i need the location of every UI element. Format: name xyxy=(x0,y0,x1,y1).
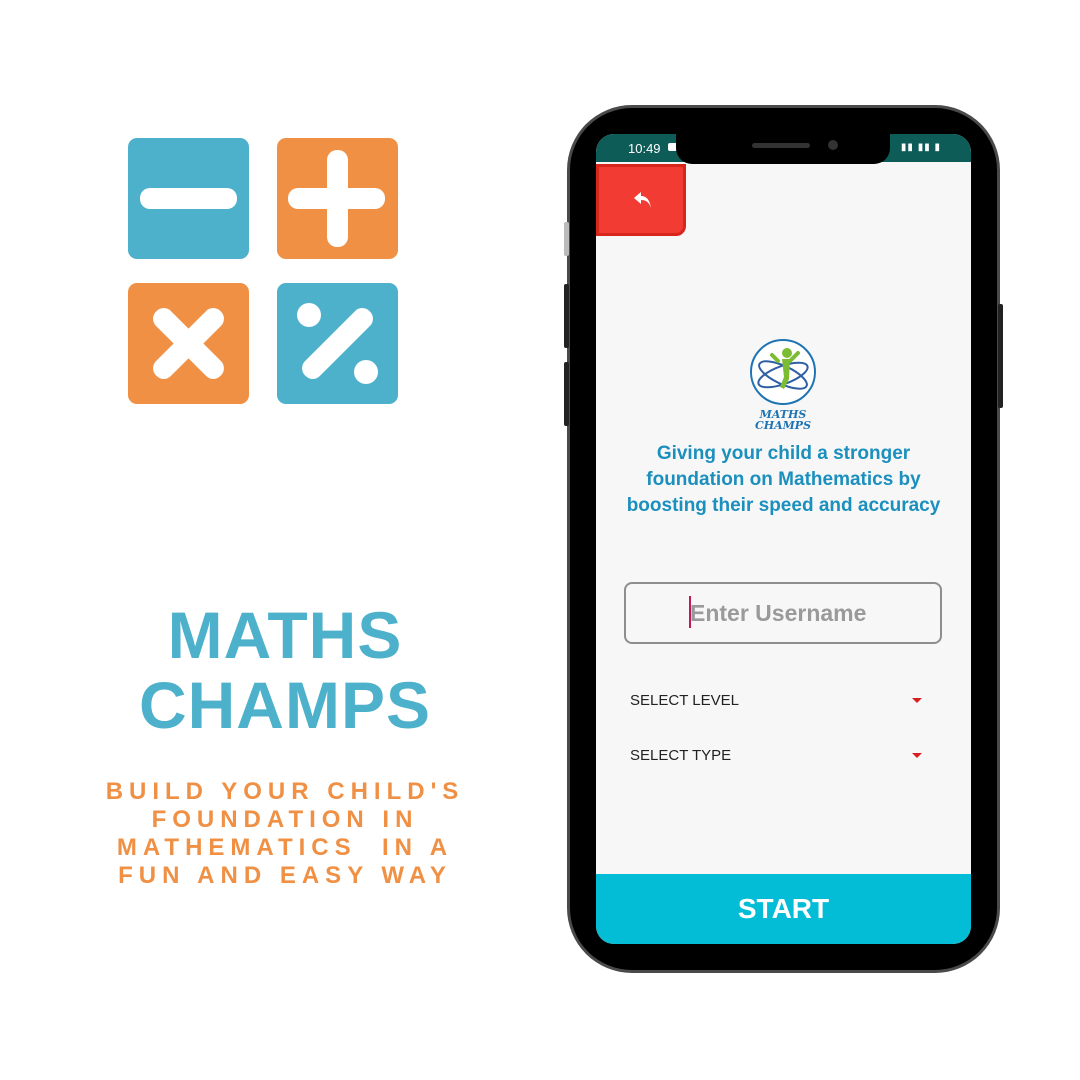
back-arrow-icon xyxy=(634,192,651,208)
tagline: Giving your child a stronger foundation … xyxy=(626,443,941,516)
username-input[interactable] xyxy=(624,582,942,644)
dropdown-arrow-icon xyxy=(912,753,922,758)
start-button[interactable]: START xyxy=(596,874,971,944)
status-time: 10:49 xyxy=(628,141,661,156)
phone-frame: 10:49 ▮▮ ▮▮ ▮ MATHS CHAMPS Giving your c… xyxy=(564,108,1003,970)
back-button[interactable] xyxy=(596,164,686,236)
signal-battery-icon: ▮▮ ▮▮ ▮ xyxy=(900,142,941,153)
brand-subtitle: BUILD YOUR CHILD'S FOUNDATION IN MATHEMA… xyxy=(60,778,510,890)
dropdown-arrow-icon xyxy=(912,698,922,703)
select-level-dropdown[interactable]: SELECT LEVEL xyxy=(630,686,930,716)
maths-champs-logo: MATHS CHAMPS xyxy=(742,337,824,435)
text-cursor xyxy=(689,596,691,628)
brand-subtitle-line3: MATHEMATICS IN A xyxy=(116,834,454,861)
minus-tile xyxy=(128,138,249,259)
front-camera xyxy=(828,140,838,150)
atom-figure-icon xyxy=(750,339,816,405)
brand-subtitle-line4: FUN AND EASY WAY xyxy=(118,862,452,889)
select-type-dropdown[interactable]: SELECT TYPE xyxy=(630,741,930,771)
select-level-label: SELECT LEVEL xyxy=(630,692,739,709)
logo-text-line2: CHAMPS xyxy=(754,419,812,432)
speaker-grille xyxy=(752,143,810,148)
brand-subtitle-line2: FOUNDATION IN xyxy=(151,806,419,833)
volume-up-button xyxy=(564,284,569,348)
power-button xyxy=(998,304,1003,408)
logo-text: MATHS CHAMPS xyxy=(738,409,828,431)
percent-tile xyxy=(277,283,398,404)
volume-down-button xyxy=(564,362,569,426)
phone-side-button xyxy=(564,222,569,256)
plus-tile xyxy=(277,138,398,259)
minus-icon xyxy=(140,188,237,209)
multiply-tile xyxy=(128,283,249,404)
app-screen: 10:49 ▮▮ ▮▮ ▮ MATHS CHAMPS Giving your c… xyxy=(596,134,971,944)
brand-title: MATHS CHAMPS xyxy=(80,600,490,740)
brand-title-line2: CHAMPS xyxy=(138,668,431,742)
brand-subtitle-line1: BUILD YOUR CHILD'S xyxy=(105,778,465,805)
brand-title-line1: MATHS xyxy=(167,598,403,672)
phone-notch xyxy=(676,134,890,164)
select-type-label: SELECT TYPE xyxy=(630,747,732,764)
